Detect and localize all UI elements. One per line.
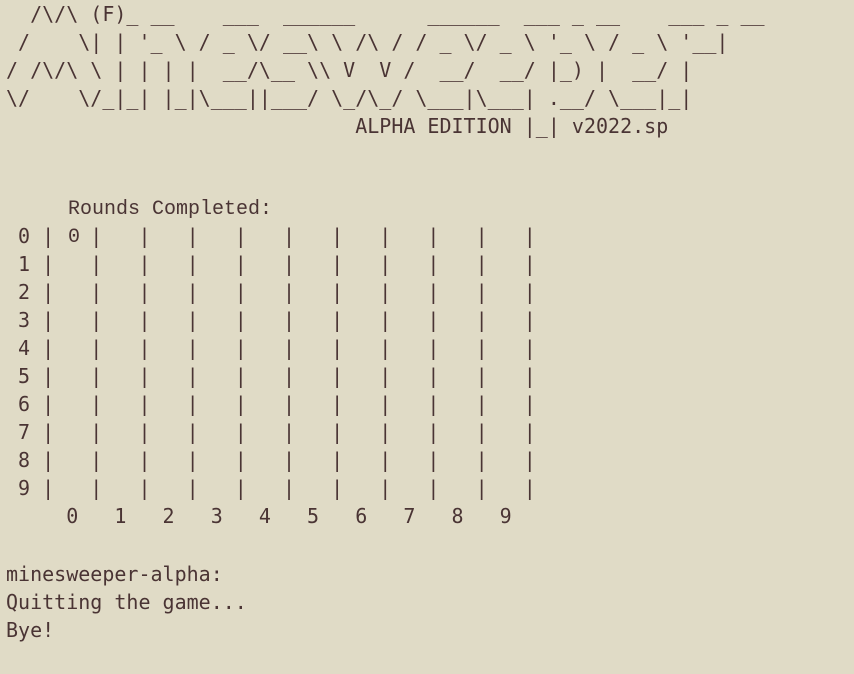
board-row: 8 | | | | | | | | | | | [6,448,536,472]
board-row: 2 | | | | | | | | | | | [6,280,536,304]
rounds-label: Rounds Completed: [68,198,273,221]
board-column-labels: 0 1 2 3 4 5 6 7 8 9 [6,504,512,528]
board-row: 6 | | | | | | | | | | | [6,392,536,416]
board-row: 0 | | | | | | | | | | | [6,224,536,248]
console-message: Quitting the game... [6,590,247,614]
console-message: Bye! [6,618,55,642]
banner-line: / \| | '_ \ / _ \/ __\ \ /\ / / _ \/ _ \… [6,30,729,54]
board-row: 7 | | | | | | | | | | | [6,420,536,444]
shell-prompt: minesweeper-alpha: [6,562,223,586]
board-row: 3 | | | | | | | | | | | [6,308,536,332]
board-row: 1 | | | | | | | | | | | [6,252,536,276]
board-row: 5 | | | | | | | | | | | [6,364,536,388]
banner-line: /\/\ (F)_ __ ___ ______ ______ ___ _ __ … [6,2,765,26]
game-board: 0 | | | | | | | | | | | 1 | | | | | | | … [6,222,536,530]
board-row: 4 | | | | | | | | | | | [6,336,536,360]
rounds-status: Rounds Completed: 0 [20,168,272,249]
banner-line: / /\/\ \ | | | | __/\__ \\ V V / __/ __/… [6,58,693,82]
banner-subtitle-line: ALPHA EDITION |_| v2022.sp [6,114,669,138]
board-row: 9 | | | | | | | | | | | [6,476,536,500]
terminal-window[interactable]: /\/\ (F)_ __ ___ ______ ______ ___ _ __ … [0,0,854,674]
banner-line: \/ \/_|_| |_|\___||___/ \_/\_/ \___|\___… [6,86,693,110]
